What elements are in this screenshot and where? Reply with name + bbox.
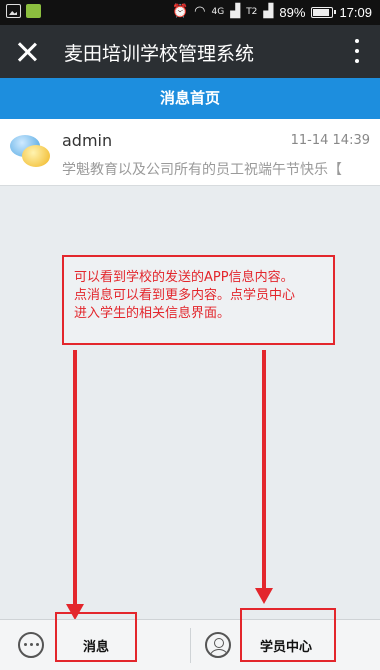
signal-icon-2: ▟ (263, 4, 274, 19)
status-bar: ⏰ ◠ 4G ▟ T2 ▟ 89% 17:09 (0, 0, 380, 25)
more-vert-icon[interactable] (352, 39, 362, 63)
annotation-line: 点消息可以看到更多内容。点学员中心 (74, 288, 296, 303)
chat-icon[interactable] (18, 632, 44, 658)
chat-bubbles-icon (10, 133, 50, 169)
app-title: 麦田培训学校管理系统 (64, 43, 255, 65)
annotation-arrow-right (255, 350, 273, 604)
image-notification-icon (6, 4, 21, 18)
network-sub-tag: T2 (246, 6, 258, 17)
message-time: 11-14 14:39 (290, 133, 370, 148)
battery-icon (311, 6, 337, 18)
alarm-icon: ⏰ (171, 4, 189, 19)
close-icon[interactable] (12, 37, 42, 67)
app-bar: 麦田培训学校管理系统 (0, 25, 380, 78)
message-list-item[interactable]: admin 11-14 14:39 学魁教育以及公司所有的员工祝端午节快乐【 (0, 119, 380, 186)
signal-icon: ▟ (230, 4, 241, 19)
app-notification-icon (26, 4, 41, 18)
annotation-line: 进入学生的相关信息界面。 (74, 306, 231, 321)
wifi-icon: ◠ (194, 4, 206, 19)
annotation-line: 可以看到学校的发送的APP信息内容。 (74, 270, 294, 285)
message-preview: 学魁教育以及公司所有的员工祝端午节快乐【 (62, 162, 342, 178)
annotation-callout: 可以看到学校的发送的APP信息内容。 点消息可以看到更多内容。点学员中心 进入学… (62, 255, 335, 345)
clock: 17:09 (339, 4, 372, 20)
battery-percent: 89% (279, 4, 306, 20)
message-sender: admin (62, 131, 113, 150)
page-title: 消息首页 (0, 78, 380, 119)
tab-messages-highlight (55, 612, 137, 662)
user-icon[interactable] (205, 632, 231, 658)
network-tag: 4G (211, 6, 225, 17)
tab-divider (190, 628, 191, 663)
tab-student-highlight (240, 608, 336, 662)
annotation-arrow-left (66, 350, 84, 620)
